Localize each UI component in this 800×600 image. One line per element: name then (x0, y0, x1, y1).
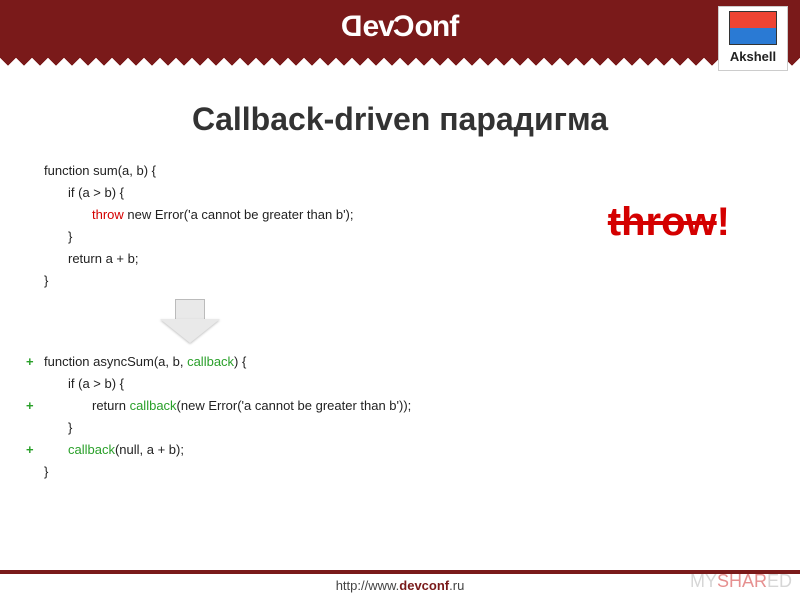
code-text: (null, a + b); (115, 442, 184, 457)
sponsor-box: Akshell (718, 6, 788, 71)
code-line: function sum(a, b) { (44, 160, 740, 182)
sponsor-flag-icon (729, 11, 777, 45)
code-line: if (a > b) { (44, 373, 740, 395)
code-line: +function asyncSum(a, b, callback) { (44, 351, 740, 373)
code-text: return (92, 398, 130, 413)
sponsor-label: Akshell (723, 49, 783, 64)
diff-plus-icon: + (26, 439, 34, 461)
code-block-sync: function sum(a, b) { if (a > b) { throw … (0, 160, 800, 293)
watermark-part: ED (767, 571, 792, 591)
keyword-callback: callback (187, 354, 234, 369)
code-block-async: +function asyncSum(a, b, callback) { if … (0, 351, 800, 484)
code-line: } (44, 226, 740, 248)
diff-plus-icon: + (26, 351, 34, 373)
keyword-callback: callback (68, 442, 115, 457)
watermark-part: MY (690, 571, 717, 591)
code-line: +return callback(new Error('a cannot be … (44, 395, 740, 417)
brand-logo: DevConf (342, 10, 458, 44)
code-text: new Error('a cannot be greater than b'); (124, 207, 354, 222)
keyword-callback: callback (130, 398, 177, 413)
footer-url-bold: devconf (399, 578, 449, 593)
code-line: } (44, 270, 740, 292)
footer: http://www.devconf.ru (0, 570, 800, 600)
code-line: +callback(null, a + b); (44, 439, 740, 461)
footer-url-suffix: .ru (449, 578, 464, 593)
keyword-throw: throw (92, 207, 124, 222)
watermark: MYSHARED (690, 571, 792, 592)
watermark-part: SHAR (717, 571, 767, 591)
code-line: throw new Error('a cannot be greater tha… (44, 204, 740, 226)
diff-plus-icon: + (26, 395, 34, 417)
footer-url-prefix: http://www. (336, 578, 400, 593)
arrow-down-icon (160, 299, 220, 345)
header-zigzag (0, 53, 800, 67)
code-line: if (a > b) { (44, 182, 740, 204)
code-text: (new Error('a cannot be greater than b')… (177, 398, 412, 413)
code-line: return a + b; (44, 248, 740, 270)
code-text: ) { (234, 354, 246, 369)
code-text: function asyncSum(a, b, (44, 354, 187, 369)
code-line: } (44, 461, 740, 483)
slide-title: Callback-driven парадигма (0, 101, 800, 138)
code-line: } (44, 417, 740, 439)
slide-header: DevConf Akshell (0, 0, 800, 54)
